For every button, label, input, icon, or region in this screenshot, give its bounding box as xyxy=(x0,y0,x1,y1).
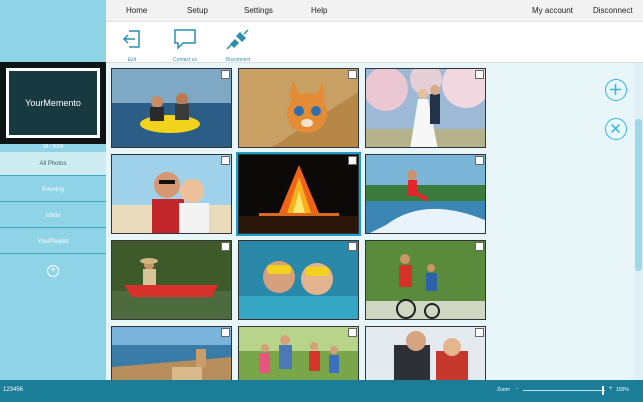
zoom-value: 150% xyxy=(616,387,629,393)
zoom-label: Zoom xyxy=(497,387,510,393)
chat-bubble-icon xyxy=(174,29,196,50)
menu-bar: Home Setup Settings Help My account Disc… xyxy=(106,0,643,22)
memento-frame: YourMemento xyxy=(6,68,100,138)
plus-icon xyxy=(610,84,621,95)
sidebar-item-inbox[interactable]: Inbox xyxy=(0,204,106,228)
contact-us-button[interactable]: Contact us xyxy=(170,28,200,63)
sidebar-top xyxy=(0,0,106,62)
toolbar: Exit Contact us Disconnect xyxy=(106,22,643,63)
menu-home[interactable]: Home xyxy=(126,0,147,22)
menu-help[interactable]: Help xyxy=(311,0,327,22)
photo-couple-beach[interactable] xyxy=(111,154,232,234)
photo-image xyxy=(112,69,231,147)
photo-canoe-man[interactable] xyxy=(111,240,232,320)
add-album-icon[interactable]: + xyxy=(47,265,59,277)
zoom-in-button[interactable]: + xyxy=(609,386,613,392)
photo-family-bikes-forest[interactable] xyxy=(238,326,359,380)
photo-image xyxy=(366,327,485,380)
remove-button[interactable] xyxy=(605,118,627,140)
zoom-slider[interactable] xyxy=(523,390,605,391)
photo-image xyxy=(366,69,485,147)
status-code: 123456 xyxy=(3,387,24,393)
photo-grid xyxy=(106,63,643,380)
select-checkbox[interactable] xyxy=(221,156,230,165)
sidebar-item-evening[interactable]: Evening xyxy=(0,178,106,202)
photo-snow-couple[interactable] xyxy=(365,326,486,380)
photo-image xyxy=(112,241,231,319)
exit-button[interactable]: Exit xyxy=(120,28,144,63)
select-checkbox[interactable] xyxy=(221,242,230,251)
photo-tube-riding[interactable] xyxy=(111,68,232,148)
photo-image xyxy=(239,69,358,147)
vertical-scrollbar[interactable] xyxy=(634,63,643,380)
menu-settings[interactable]: Settings xyxy=(244,0,273,22)
photo-kitten[interactable] xyxy=(238,68,359,148)
photo-image xyxy=(112,155,231,233)
photo-snorkel-couple[interactable] xyxy=(238,240,359,320)
select-checkbox[interactable] xyxy=(348,70,357,79)
scrollbar-thumb[interactable] xyxy=(635,119,642,271)
photo-bonfire[interactable] xyxy=(236,152,361,236)
plug-icon xyxy=(226,29,249,50)
memento-card[interactable]: YourMemento xyxy=(0,62,106,144)
select-checkbox[interactable] xyxy=(475,156,484,165)
photo-image xyxy=(366,241,485,319)
sidebar-item-all-photos[interactable]: All Photos xyxy=(0,152,106,176)
photo-wedding-couple[interactable] xyxy=(365,68,486,148)
select-checkbox[interactable] xyxy=(348,242,357,251)
photo-bike-family[interactable] xyxy=(365,240,486,320)
select-checkbox[interactable] xyxy=(221,328,230,337)
status-bar: 123456 Zoom - + 150% xyxy=(0,380,643,402)
select-checkbox[interactable] xyxy=(475,70,484,79)
photo-image xyxy=(239,241,358,319)
exit-icon xyxy=(122,30,140,48)
select-checkbox[interactable] xyxy=(475,242,484,251)
photo-count: 18 / 3000 xyxy=(42,144,64,150)
select-checkbox[interactable] xyxy=(348,156,357,165)
menu-my-account[interactable]: My account xyxy=(532,0,573,22)
menu-setup[interactable]: Setup xyxy=(187,0,208,22)
photo-image xyxy=(239,155,358,233)
memento-title: YourMemento xyxy=(9,71,97,135)
add-button[interactable] xyxy=(605,79,627,101)
select-checkbox[interactable] xyxy=(475,328,484,337)
disconnect-button[interactable]: Disconnect xyxy=(222,28,254,63)
photo-image xyxy=(366,155,485,233)
menu-disconnect[interactable]: Disconnect xyxy=(593,0,633,22)
sidebar-item-yourplaylist[interactable]: YourPlaylist xyxy=(0,230,106,254)
photo-wakeboard[interactable] xyxy=(365,154,486,234)
photo-coastal-town[interactable] xyxy=(111,326,232,380)
select-checkbox[interactable] xyxy=(221,70,230,79)
zoom-slider-handle[interactable] xyxy=(602,386,604,395)
close-icon xyxy=(610,123,621,134)
photo-image xyxy=(112,327,231,380)
photo-image xyxy=(239,327,358,380)
sidebar: YourMemento 18 / 3000 All Photos Evening… xyxy=(0,0,106,380)
select-checkbox[interactable] xyxy=(348,328,357,337)
zoom-out-button[interactable]: - xyxy=(516,386,518,392)
